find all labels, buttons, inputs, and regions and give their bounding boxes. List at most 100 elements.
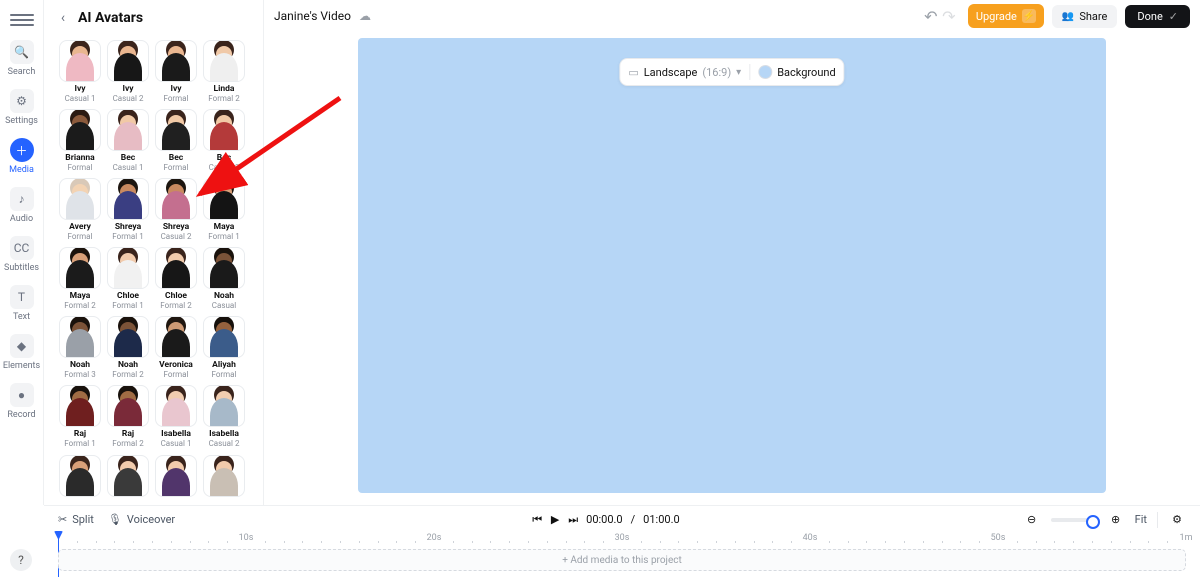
background-label: Background (777, 66, 835, 79)
skip-forward-button[interactable]: ⏭ (564, 513, 582, 527)
nav-elements[interactable]: ◆ Elements (0, 328, 44, 377)
upgrade-label: Upgrade (976, 10, 1017, 23)
ruler-minor-tick (772, 541, 773, 543)
avatar-cell[interactable] (58, 455, 102, 497)
help-button[interactable]: ? (10, 549, 32, 571)
avatar-cell[interactable]: Chloe Formal 1 (106, 247, 150, 310)
avatar-cell[interactable]: Noah Casual (202, 247, 246, 310)
nav-audio[interactable]: ♪ Audio (0, 181, 44, 230)
divider (749, 64, 750, 80)
cloud-sync-icon[interactable]: ☁ (359, 9, 371, 23)
ruler-minor-tick (302, 541, 303, 543)
avatar-cell[interactable]: Maya Formal 1 (202, 178, 246, 241)
zoom-in-button[interactable]: ⊕ (1107, 513, 1125, 526)
nav-subtitles[interactable]: CC Subtitles (0, 230, 44, 279)
avatar-cell[interactable]: Bec Casual 2 (202, 109, 246, 172)
stage: ▭ Landscape (16:9) ▾ Background (264, 32, 1200, 505)
project-title[interactable]: Janine's Video (274, 9, 351, 23)
avatar-cell[interactable]: Bec Casual 1 (106, 109, 150, 172)
upgrade-button[interactable]: Upgrade ⚡ (968, 4, 1044, 28)
bolt-icon: ⚡ (1022, 9, 1036, 23)
avatar-cell[interactable]: Veronica Formal (154, 316, 198, 379)
avatar-thumb (107, 178, 149, 220)
avatar-cell[interactable]: Linda Formal 2 (202, 40, 246, 103)
avatar-cell[interactable]: Maya Formal 2 (58, 247, 102, 310)
ruler-minor-tick (1017, 541, 1018, 543)
split-button[interactable]: ✂ Split (58, 513, 94, 526)
avatar-thumb (155, 385, 197, 427)
zoom-slider[interactable] (1051, 518, 1097, 522)
ruler-minor-tick (1092, 541, 1093, 543)
avatar-cell[interactable]: Brianna Formal (58, 109, 102, 172)
avatar-name: Ivy (74, 85, 85, 94)
voiceover-button[interactable]: 🎙 Voiceover (108, 513, 175, 526)
nav-media[interactable]: ＋ Media (0, 132, 44, 181)
back-button[interactable]: ‹ (56, 11, 70, 25)
ruler-minor-tick (603, 541, 604, 543)
ruler-minor-tick (528, 541, 529, 543)
avatar-name: Aliyah (212, 361, 236, 370)
play-button[interactable]: ▶ (546, 513, 564, 526)
avatar-cell[interactable]: Noah Formal 3 (58, 316, 102, 379)
undo-button[interactable]: ↶ (922, 7, 940, 26)
canvas-controls: ▭ Landscape (16:9) ▾ Background (619, 58, 844, 86)
canvas[interactable]: ▭ Landscape (16:9) ▾ Background (358, 38, 1106, 493)
done-button[interactable]: Done ✓ (1125, 5, 1190, 28)
avatar-thumb (155, 40, 197, 82)
nav-record[interactable]: ● Record (0, 377, 44, 426)
ruler-minor-tick (584, 541, 585, 543)
ruler-minor-tick (265, 541, 266, 543)
nav-search[interactable]: 🔍 Search (0, 34, 44, 83)
avatar-scroll[interactable]: Ivy Casual 1 Ivy Casual 2 Ivy Formal Lin… (44, 36, 263, 505)
avatar-cell[interactable] (154, 455, 198, 497)
share-button[interactable]: 👥 Share (1052, 5, 1118, 28)
aspect-dropdown[interactable]: ▭ Landscape (16:9) ▾ (628, 66, 741, 79)
ruler-minor-tick (697, 541, 698, 543)
avatar-name: Brianna (65, 154, 94, 163)
avatar-cell[interactable]: Shreya Casual 2 (154, 178, 198, 241)
nav-label: Search (8, 67, 36, 77)
redo-button[interactable]: ↷ (940, 7, 958, 26)
avatar-name: Bec (169, 154, 183, 163)
ruler[interactable]: 10s20s30s40s50s1m (58, 533, 1186, 545)
share-icon: 👥 (1062, 11, 1074, 22)
avatar-cell[interactable] (106, 455, 150, 497)
avatar-cell[interactable]: Chloe Formal 2 (154, 247, 198, 310)
avatar-cell[interactable]: Shreya Formal 1 (106, 178, 150, 241)
avatar-cell[interactable]: Ivy Casual 1 (58, 40, 102, 103)
split-label: Split (72, 513, 94, 526)
avatar-cell[interactable]: Ivy Formal (154, 40, 198, 103)
background-button[interactable]: Background (758, 65, 835, 79)
zoom-out-button[interactable]: ⊖ (1023, 513, 1041, 526)
avatar-cell[interactable]: Bec Formal (154, 109, 198, 172)
avatar-cell[interactable]: Raj Formal 2 (106, 385, 150, 448)
avatar-name: Isabella (209, 430, 239, 439)
avatar-cell[interactable]: Ivy Casual 2 (106, 40, 150, 103)
ruler-minor-tick (378, 541, 379, 543)
avatar-cell[interactable] (202, 455, 246, 497)
empty-track[interactable]: + Add media to this project (58, 549, 1186, 571)
fit-button[interactable]: Fit (1135, 513, 1147, 526)
timeline-settings-button[interactable]: ⚙ (1168, 513, 1186, 526)
avatar-cell[interactable]: Noah Formal 2 (106, 316, 150, 379)
nav-label: Media (9, 165, 34, 175)
avatar-name: Veronica (159, 361, 193, 370)
avatar-name: Shreya (115, 223, 141, 232)
avatar-cell[interactable]: Avery Formal (58, 178, 102, 241)
hamburger-icon[interactable] (10, 8, 34, 32)
avatar-cell[interactable]: Raj Formal 1 (58, 385, 102, 448)
skip-back-button[interactable]: ⏮ (528, 513, 546, 527)
nav-label: Subtitles (4, 263, 39, 273)
avatar-cell[interactable]: Aliyah Formal (202, 316, 246, 379)
ruler-minor-tick (866, 541, 867, 543)
avatar-cell[interactable]: Isabella Casual 1 (154, 385, 198, 448)
avatar-cell[interactable]: Isabella Casual 2 (202, 385, 246, 448)
nav-text[interactable]: T Text (0, 279, 44, 328)
ruler-minor-tick (509, 541, 510, 543)
nav-settings[interactable]: ⚙ Settings (0, 83, 44, 132)
avatar-thumb (59, 109, 101, 151)
current-time: 00:00.0 (586, 513, 622, 526)
avatar-thumb (155, 455, 197, 497)
ruler-tick: 30s (615, 533, 630, 543)
ruler-tick: 10s (239, 533, 254, 543)
